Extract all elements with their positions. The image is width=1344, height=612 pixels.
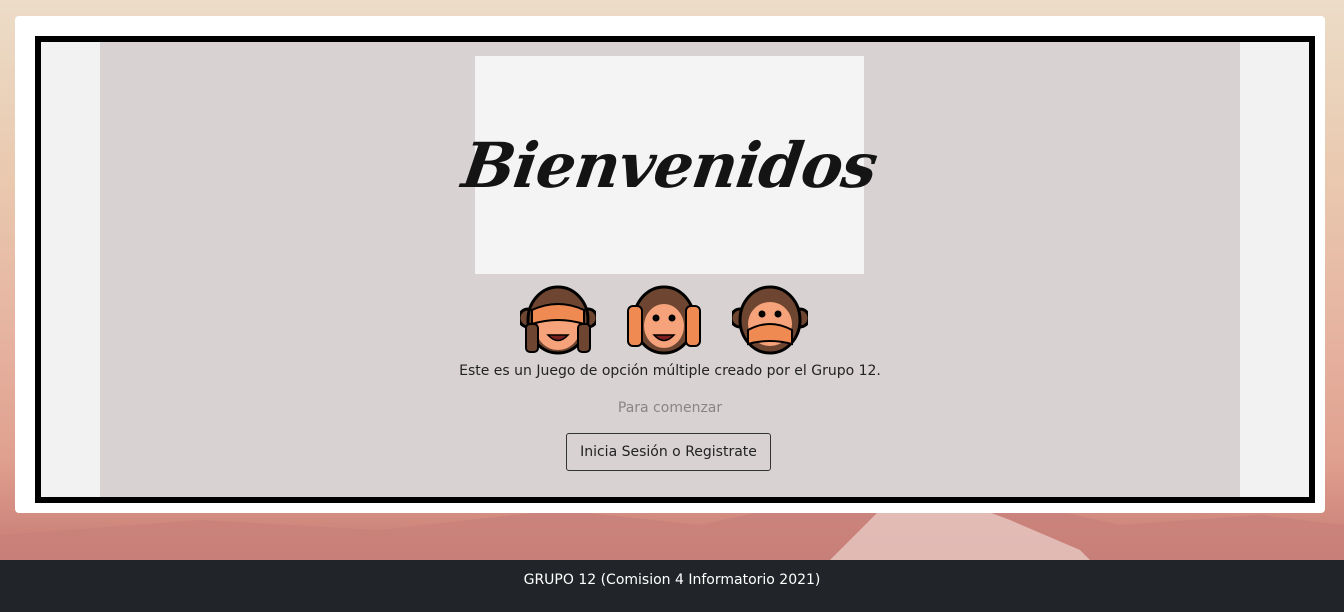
login-register-button[interactable]: Inicia Sesión o Registrate	[566, 433, 771, 471]
main-card: Bienvenidos Este es un Juego de opción m…	[15, 16, 1325, 513]
content-frame: Bienvenidos Este es un Juego de opción m…	[35, 36, 1315, 503]
welcome-banner: Bienvenidos	[458, 56, 881, 274]
monkeys-row	[520, 280, 820, 360]
hear-no-evil-monkey-icon	[627, 285, 701, 355]
speak-no-evil-monkey-icon	[732, 285, 808, 355]
see-no-evil-monkey-icon	[520, 285, 596, 355]
start-prompt: Para comenzar	[617, 400, 723, 416]
footer-text: GRUPO 12 (Comision 4 Informatorio 2021)	[523, 572, 821, 588]
banner-title: Bienvenidos	[457, 128, 882, 202]
content-panel: Bienvenidos Este es un Juego de opción m…	[100, 42, 1240, 497]
footer: GRUPO 12 (Comision 4 Informatorio 2021)	[0, 560, 1344, 612]
game-description: Este es un Juego de opción múltiple crea…	[459, 363, 881, 379]
